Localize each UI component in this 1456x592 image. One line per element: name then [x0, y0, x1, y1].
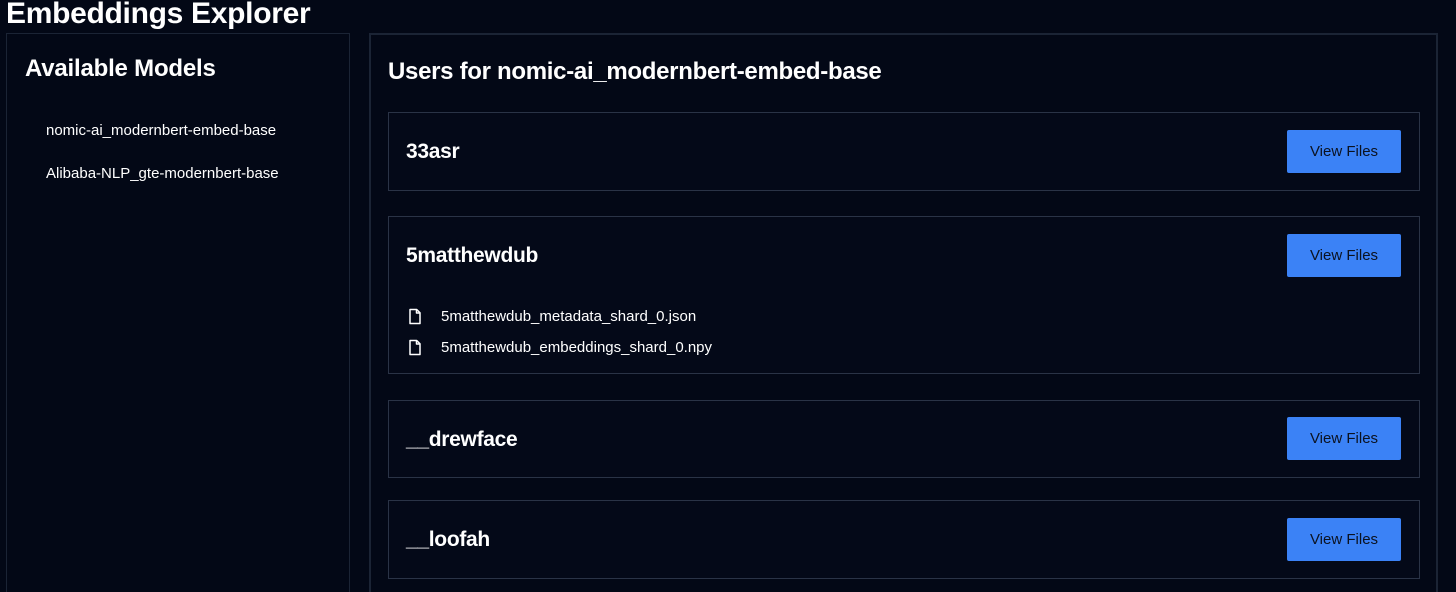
model-list: nomic-ai_modernbert-embed-base Alibaba-N…: [46, 120, 279, 206]
file-icon: [409, 339, 421, 356]
user-name: 33asr: [406, 140, 460, 163]
app-page: Embeddings Explorer Available Models nom…: [0, 0, 1456, 592]
file-icon: [409, 308, 421, 325]
app-title: Embeddings Explorer: [6, 0, 311, 30]
user-name: __loofah: [406, 528, 490, 551]
file-list: 5matthewdub_metadata_shard_0.json 5matth…: [408, 301, 712, 363]
user-card: __drewface View Files: [388, 400, 1420, 478]
file-name: 5matthewdub_metadata_shard_0.json: [441, 308, 697, 325]
users-panel-title: Users for nomic-ai_modernbert-embed-base: [388, 58, 882, 85]
file-name: 5matthewdub_embeddings_shard_0.npy: [441, 339, 713, 356]
users-panel: Users for nomic-ai_modernbert-embed-base…: [369, 33, 1438, 592]
user-card: __loofah View Files: [388, 500, 1420, 579]
file-item[interactable]: 5matthewdub_metadata_shard_0.json: [408, 301, 712, 332]
user-card: 5matthewdub View Files 5matthewdub_metad…: [388, 216, 1420, 374]
model-item[interactable]: nomic-ai_modernbert-embed-base: [46, 120, 279, 142]
model-item[interactable]: Alibaba-NLP_gte-modernbert-base: [46, 163, 279, 185]
view-files-button[interactable]: View Files: [1287, 234, 1401, 277]
user-card: 33asr View Files: [388, 112, 1420, 191]
view-files-button[interactable]: View Files: [1287, 417, 1401, 460]
view-files-button[interactable]: View Files: [1287, 130, 1401, 173]
user-name: 5matthewdub: [406, 244, 539, 267]
view-files-button[interactable]: View Files: [1287, 518, 1401, 561]
models-sidebar: Available Models nomic-ai_modernbert-emb…: [6, 33, 350, 592]
sidebar-title: Available Models: [25, 55, 216, 82]
file-item[interactable]: 5matthewdub_embeddings_shard_0.npy: [408, 332, 712, 363]
user-name: __drewface: [406, 428, 518, 451]
